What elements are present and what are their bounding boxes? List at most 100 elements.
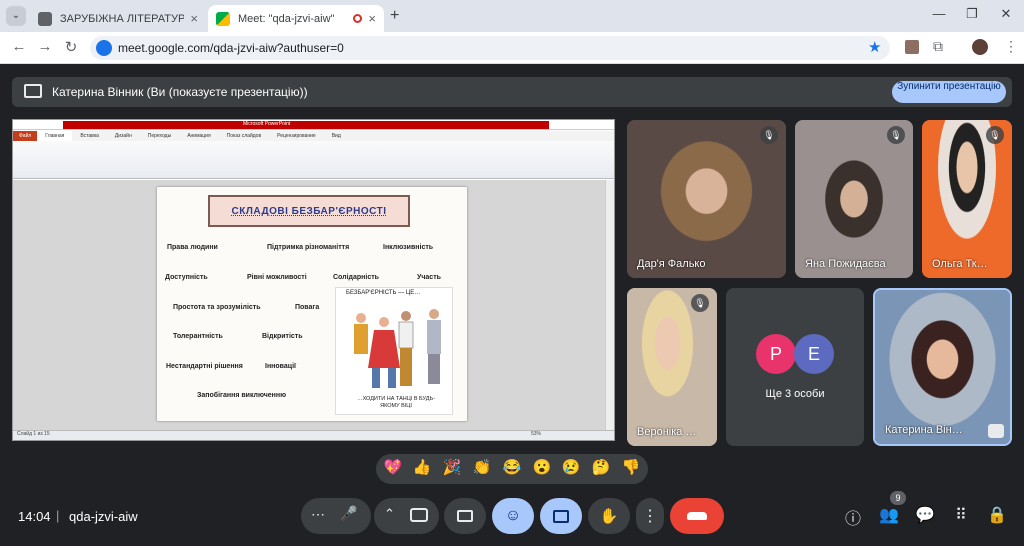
term: Відкритість (262, 333, 303, 340)
participant-name: Дар'я Фалько (637, 258, 706, 270)
term: Простота та зрозумілість (173, 304, 261, 311)
new-tab-button[interactable]: + (390, 7, 399, 25)
ppt-tab-review[interactable]: Рецензирование (269, 131, 324, 141)
avatar: E (794, 334, 834, 374)
reaction-heart[interactable]: 💖 (380, 458, 406, 476)
ppt-title-highlight (63, 121, 549, 129)
self-view-options-icon[interactable] (988, 424, 1004, 438)
profile-avatar[interactable] (972, 39, 988, 55)
present-screen-icon (553, 509, 569, 523)
puzzle-icon[interactable]: ⧉ (933, 38, 943, 55)
ppt-tab-file[interactable]: Файл (13, 131, 38, 141)
ppt-ribbon-tabs: Файл Главная Вставка Дизайн Переходы Ани… (13, 131, 614, 141)
participant-video (627, 288, 717, 446)
ppt-zoom-level[interactable]: 53% (531, 431, 541, 437)
ppt-status-bar (13, 430, 614, 440)
reaction-thinking[interactable]: 🤔 (588, 458, 614, 476)
activities-icon[interactable]: ⠿ (949, 505, 973, 525)
ppt-app-title: Microsoft PowerPoint (243, 121, 291, 127)
reaction-thumbs-down[interactable]: 👎 (618, 458, 644, 476)
picture-caption-bottom: …ХОДИТИ НА ТАНЦІ В БУДЬ-ЯКОМУ ВІЦІ (357, 396, 435, 409)
ppt-slide-counter: Слайд 1 из 15 (17, 431, 50, 437)
tab-meet[interactable]: Meet: "qda-jzvi-aiw" × (208, 5, 384, 32)
raise-hand-button[interactable]: ✋ (588, 498, 630, 534)
meeting-code: qda-jzvi-aiw (69, 509, 138, 524)
participant-tile[interactable]: 🎙 Яна Пожидаєва (795, 120, 913, 278)
stop-presenting-button[interactable]: Зупинити презентацію (892, 81, 1006, 103)
reload-icon[interactable]: ↻ (60, 38, 82, 56)
term: Запобігання виключенню (197, 392, 287, 399)
people-icon[interactable]: 👥 (877, 505, 901, 525)
ppt-tab-transitions[interactable]: Переходы (140, 131, 179, 141)
term: Інновації (265, 363, 296, 370)
close-icon[interactable]: × (368, 11, 376, 26)
ppt-tab-insert[interactable]: Вставка (72, 131, 107, 141)
menu-icon[interactable]: ⋮ (1004, 38, 1018, 55)
meeting-time: 14:04 (18, 509, 51, 524)
shared-powerpoint-window: Microsoft PowerPoint Файл Главная Вставк… (12, 119, 615, 441)
present-button[interactable] (540, 498, 582, 534)
dancing-illustration: БЕЗБАР'ЄРНІСТЬ — ЦЕ… …ХОДИТИ НА ТАНЦІ В … (335, 287, 453, 415)
term: Толерантність (173, 333, 223, 340)
ppt-tab-slideshow[interactable]: Показ слайдов (219, 131, 269, 141)
leave-call-button[interactable] (670, 498, 724, 534)
chat-icon[interactable]: 💬 (913, 505, 937, 525)
divider: | (56, 508, 60, 523)
ppt-vertical-scrollbar[interactable] (605, 180, 614, 430)
term: Рівні можливості (247, 274, 307, 281)
video-options-icon[interactable]: ⌃ (384, 506, 395, 522)
tab-literature[interactable]: ЗАРУБІЖНА ЛІТЕРАТУРА Вінн… × (30, 5, 206, 32)
window-close-icon[interactable]: ✕ (992, 6, 1020, 22)
host-controls-icon[interactable]: 🔒 (985, 505, 1009, 525)
slide-title-box: СКЛАДОВІ БЕЗБАР'ЄРНОСТІ (208, 195, 410, 227)
ppt-tab-view[interactable]: Вид (324, 131, 349, 141)
audio-options-icon[interactable]: ⋯ (311, 506, 325, 523)
reaction-sad[interactable]: 😢 (558, 458, 584, 476)
more-vert-icon: ⋮ (642, 508, 658, 525)
close-icon[interactable]: × (190, 11, 198, 26)
participant-tile[interactable]: 🎙 Ольга Тк… (922, 120, 1012, 278)
reaction-party[interactable]: 🎉 (439, 458, 465, 476)
reactions-button[interactable]: ☺ (492, 498, 534, 534)
term: Підтримка різноманіття (267, 244, 350, 251)
info-icon[interactable]: ⓘ (841, 505, 865, 529)
microphone-icon[interactable]: 🎤 (338, 505, 360, 527)
participant-tile[interactable]: 🎙 Дар'я Фалько (627, 120, 786, 278)
camera-icon[interactable] (410, 508, 428, 522)
bookmark-star-icon[interactable]: ★ (868, 38, 881, 56)
participant-video (627, 120, 786, 278)
forward-icon[interactable]: → (34, 38, 56, 55)
reaction-clap[interactable]: 👏 (469, 458, 495, 476)
captions-button[interactable] (444, 498, 486, 534)
people-count-badge: 9 (890, 491, 906, 505)
ppt-tab-design[interactable]: Дизайн (107, 131, 140, 141)
ppt-tab-animation[interactable]: Анимация (179, 131, 218, 141)
term: Повага (295, 304, 320, 311)
term: Участь (417, 274, 441, 281)
muted-mic-icon: 🎙 (691, 294, 709, 312)
tab-search-button[interactable]: ⌄ (6, 6, 26, 26)
muted-mic-icon: 🎙 (887, 126, 905, 144)
self-view-tile[interactable]: Катерина Він… (873, 288, 1012, 446)
extension-icon[interactable] (905, 40, 919, 54)
reaction-laugh[interactable]: 😂 (499, 458, 525, 476)
ppt-tab-home[interactable]: Главная (37, 131, 73, 141)
reaction-surprised[interactable]: 😮 (529, 458, 555, 476)
participant-tile[interactable]: 🎙 Вероніка … (627, 288, 717, 446)
muted-mic-icon: 🎙 (986, 126, 1004, 144)
others-tile[interactable]: P E Ще 3 особи (726, 288, 864, 446)
hand-icon: ✋ (599, 508, 619, 525)
url-text[interactable]: meet.google.com/qda-jzvi-aiw?authuser=0 (118, 41, 344, 55)
minimize-icon[interactable]: — (925, 6, 953, 21)
muted-mic-icon: 🎙 (760, 126, 778, 144)
site-info-icon[interactable] (96, 40, 112, 56)
restore-icon[interactable]: ❐ (958, 6, 986, 22)
avatar: P (756, 334, 796, 374)
term: Права людини (167, 244, 218, 251)
participant-video (922, 120, 1012, 278)
back-icon[interactable]: ← (8, 38, 30, 55)
more-options-button[interactable]: ⋮ (636, 498, 664, 534)
term: Доступність (165, 274, 208, 281)
meet-icon (216, 11, 230, 26)
reaction-thumbs-up[interactable]: 👍 (409, 458, 435, 476)
